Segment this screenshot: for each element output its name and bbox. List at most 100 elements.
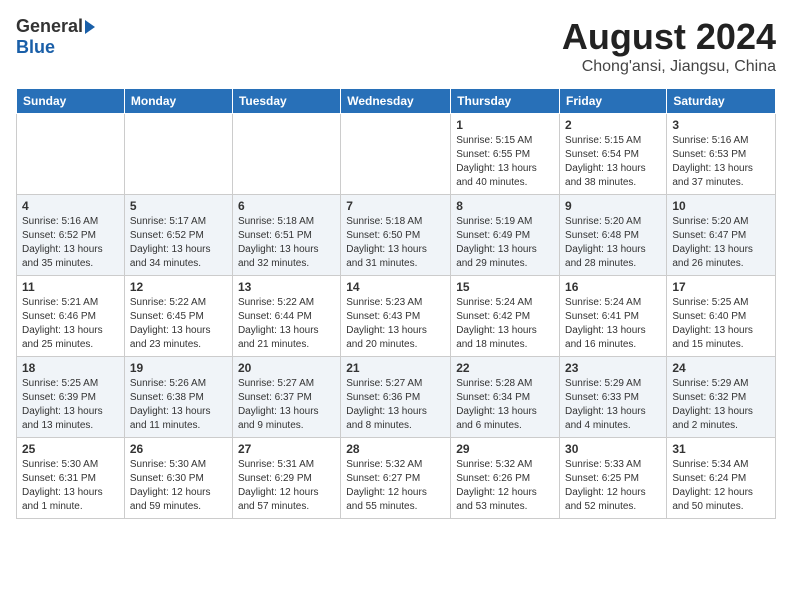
day-number: 19 — [130, 361, 227, 375]
day-number: 21 — [346, 361, 445, 375]
day-number: 24 — [672, 361, 770, 375]
calendar-cell: 14 Sunrise: 5:23 AM Sunset: 6:43 PM Dayli… — [341, 276, 451, 357]
calendar-cell: 13 Sunrise: 5:22 AM Sunset: 6:44 PM Dayli… — [232, 276, 340, 357]
calendar-cell: 17 Sunrise: 5:25 AM Sunset: 6:40 PM Dayli… — [667, 276, 776, 357]
day-number: 4 — [22, 199, 119, 213]
calendar-cell: 19 Sunrise: 5:26 AM Sunset: 6:38 PM Dayli… — [124, 357, 232, 438]
day-info: Sunrise: 5:30 AM Sunset: 6:31 PM Dayligh… — [22, 458, 119, 514]
calendar-cell: 6 Sunrise: 5:18 AM Sunset: 6:51 PM Daylig… — [232, 195, 340, 276]
day-number: 15 — [456, 280, 554, 294]
calendar-cell: 24 Sunrise: 5:29 AM Sunset: 6:32 PM Dayli… — [667, 357, 776, 438]
calendar-cell: 20 Sunrise: 5:27 AM Sunset: 6:37 PM Dayli… — [232, 357, 340, 438]
calendar-location: Chong'ansi, Jiangsu, China — [562, 58, 776, 76]
weekday-sunday: Sunday — [17, 89, 125, 114]
day-info: Sunrise: 5:23 AM Sunset: 6:43 PM Dayligh… — [346, 296, 445, 352]
calendar-cell — [17, 114, 125, 195]
calendar-cell: 16Sunrise: 5:24 AM Sunset: 6:41 PM Dayli… — [560, 276, 667, 357]
day-number: 3 — [672, 118, 770, 132]
calendar-week-5: 25 Sunrise: 5:30 AM Sunset: 6:31 PM Dayli… — [17, 438, 776, 519]
day-info: Sunrise: 5:22 AM Sunset: 6:45 PM Dayligh… — [130, 296, 227, 352]
day-number: 31 — [672, 442, 770, 456]
logo-general: General — [16, 16, 83, 37]
weekday-thursday: Thursday — [451, 89, 560, 114]
calendar-body: 1 Sunrise: 5:15 AM Sunset: 6:55 PM Daylig… — [17, 114, 776, 519]
day-info: Sunrise: 5:26 AM Sunset: 6:38 PM Dayligh… — [130, 377, 227, 433]
day-info: Sunrise: 5:17 AM Sunset: 6:52 PM Dayligh… — [130, 215, 227, 271]
day-number: 9 — [565, 199, 661, 213]
calendar-cell: 25 Sunrise: 5:30 AM Sunset: 6:31 PM Dayli… — [17, 438, 125, 519]
day-number: 1 — [456, 118, 554, 132]
weekday-header-row: SundayMondayTuesdayWednesdayThursdayFrid… — [17, 89, 776, 114]
day-number: 11 — [22, 280, 119, 294]
day-info: Sunrise: 5:29 AM Sunset: 6:32 PM Dayligh… — [672, 377, 770, 433]
weekday-wednesday: Wednesday — [341, 89, 451, 114]
day-number: 30 — [565, 442, 661, 456]
calendar-cell: 29 Sunrise: 5:32 AM Sunset: 6:26 PM Dayli… — [451, 438, 560, 519]
day-number: 2 — [565, 118, 661, 132]
day-info: Sunrise: 5:27 AM Sunset: 6:36 PM Dayligh… — [346, 377, 445, 433]
day-number: 23 — [565, 361, 661, 375]
day-info: Sunrise: 5:16 AM Sunset: 6:53 PM Dayligh… — [672, 134, 770, 190]
day-number: 22 — [456, 361, 554, 375]
calendar-header: SundayMondayTuesdayWednesdayThursdayFrid… — [17, 89, 776, 114]
day-info: Sunrise: 5:25 AM Sunset: 6:39 PM Dayligh… — [22, 377, 119, 433]
calendar-week-1: 1 Sunrise: 5:15 AM Sunset: 6:55 PM Daylig… — [17, 114, 776, 195]
weekday-monday: Monday — [124, 89, 232, 114]
calendar-cell: 9 Sunrise: 5:20 AM Sunset: 6:48 PM Daylig… — [560, 195, 667, 276]
day-number: 20 — [238, 361, 335, 375]
day-number: 10 — [672, 199, 770, 213]
day-info: Sunrise: 5:31 AM Sunset: 6:29 PM Dayligh… — [238, 458, 335, 514]
calendar-cell: 31Sunrise: 5:34 AM Sunset: 6:24 PM Dayli… — [667, 438, 776, 519]
calendar-cell: 18 Sunrise: 5:25 AM Sunset: 6:39 PM Dayli… — [17, 357, 125, 438]
calendar-cell: 1 Sunrise: 5:15 AM Sunset: 6:55 PM Daylig… — [451, 114, 560, 195]
calendar-cell: 2 Sunrise: 5:15 AM Sunset: 6:54 PM Daylig… — [560, 114, 667, 195]
day-number: 29 — [456, 442, 554, 456]
day-number: 27 — [238, 442, 335, 456]
day-info: Sunrise: 5:20 AM Sunset: 6:48 PM Dayligh… — [565, 215, 661, 271]
day-number: 6 — [238, 199, 335, 213]
day-number: 5 — [130, 199, 227, 213]
day-info: Sunrise: 5:33 AM Sunset: 6:25 PM Dayligh… — [565, 458, 661, 514]
calendar-week-2: 4 Sunrise: 5:16 AM Sunset: 6:52 PM Daylig… — [17, 195, 776, 276]
calendar-week-4: 18 Sunrise: 5:25 AM Sunset: 6:39 PM Dayli… — [17, 357, 776, 438]
page-header: General Blue August 2024 Chong'ansi, Jia… — [16, 16, 776, 76]
day-info: Sunrise: 5:19 AM Sunset: 6:49 PM Dayligh… — [456, 215, 554, 271]
day-number: 7 — [346, 199, 445, 213]
calendar-cell: 21 Sunrise: 5:27 AM Sunset: 6:36 PM Dayli… — [341, 357, 451, 438]
day-info: Sunrise: 5:32 AM Sunset: 6:27 PM Dayligh… — [346, 458, 445, 514]
day-number: 8 — [456, 199, 554, 213]
day-number: 13 — [238, 280, 335, 294]
day-info: Sunrise: 5:27 AM Sunset: 6:37 PM Dayligh… — [238, 377, 335, 433]
day-info: Sunrise: 5:15 AM Sunset: 6:55 PM Dayligh… — [456, 134, 554, 190]
day-info: Sunrise: 5:32 AM Sunset: 6:26 PM Dayligh… — [456, 458, 554, 514]
day-info: Sunrise: 5:16 AM Sunset: 6:52 PM Dayligh… — [22, 215, 119, 271]
weekday-friday: Friday — [560, 89, 667, 114]
calendar-cell: 3 Sunrise: 5:16 AM Sunset: 6:53 PM Daylig… — [667, 114, 776, 195]
calendar-cell: 11 Sunrise: 5:21 AM Sunset: 6:46 PM Dayli… — [17, 276, 125, 357]
day-info: Sunrise: 5:22 AM Sunset: 6:44 PM Dayligh… — [238, 296, 335, 352]
calendar-cell: 30 Sunrise: 5:33 AM Sunset: 6:25 PM Dayli… — [560, 438, 667, 519]
day-number: 17 — [672, 280, 770, 294]
day-info: Sunrise: 5:25 AM Sunset: 6:40 PM Dayligh… — [672, 296, 770, 352]
calendar-cell: 23 Sunrise: 5:29 AM Sunset: 6:33 PM Dayli… — [560, 357, 667, 438]
calendar-cell: 7Sunrise: 5:18 AM Sunset: 6:50 PM Daylig… — [341, 195, 451, 276]
day-number: 14 — [346, 280, 445, 294]
calendar-cell: 26Sunrise: 5:30 AM Sunset: 6:30 PM Dayli… — [124, 438, 232, 519]
day-number: 26 — [130, 442, 227, 456]
calendar-cell: 28 Sunrise: 5:32 AM Sunset: 6:27 PM Dayli… — [341, 438, 451, 519]
day-info: Sunrise: 5:29 AM Sunset: 6:33 PM Dayligh… — [565, 377, 661, 433]
day-number: 18 — [22, 361, 119, 375]
calendar-cell — [341, 114, 451, 195]
day-info: Sunrise: 5:18 AM Sunset: 6:51 PM Dayligh… — [238, 215, 335, 271]
day-number: 28 — [346, 442, 445, 456]
day-info: Sunrise: 5:21 AM Sunset: 6:46 PM Dayligh… — [22, 296, 119, 352]
day-info: Sunrise: 5:15 AM Sunset: 6:54 PM Dayligh… — [565, 134, 661, 190]
logo: General Blue — [16, 16, 95, 58]
weekday-tuesday: Tuesday — [232, 89, 340, 114]
calendar-title: August 2024 — [562, 16, 776, 58]
day-info: Sunrise: 5:24 AM Sunset: 6:41 PM Dayligh… — [565, 296, 661, 352]
calendar-cell: 5 Sunrise: 5:17 AM Sunset: 6:52 PM Daylig… — [124, 195, 232, 276]
day-number: 25 — [22, 442, 119, 456]
calendar-cell — [232, 114, 340, 195]
calendar-cell — [124, 114, 232, 195]
